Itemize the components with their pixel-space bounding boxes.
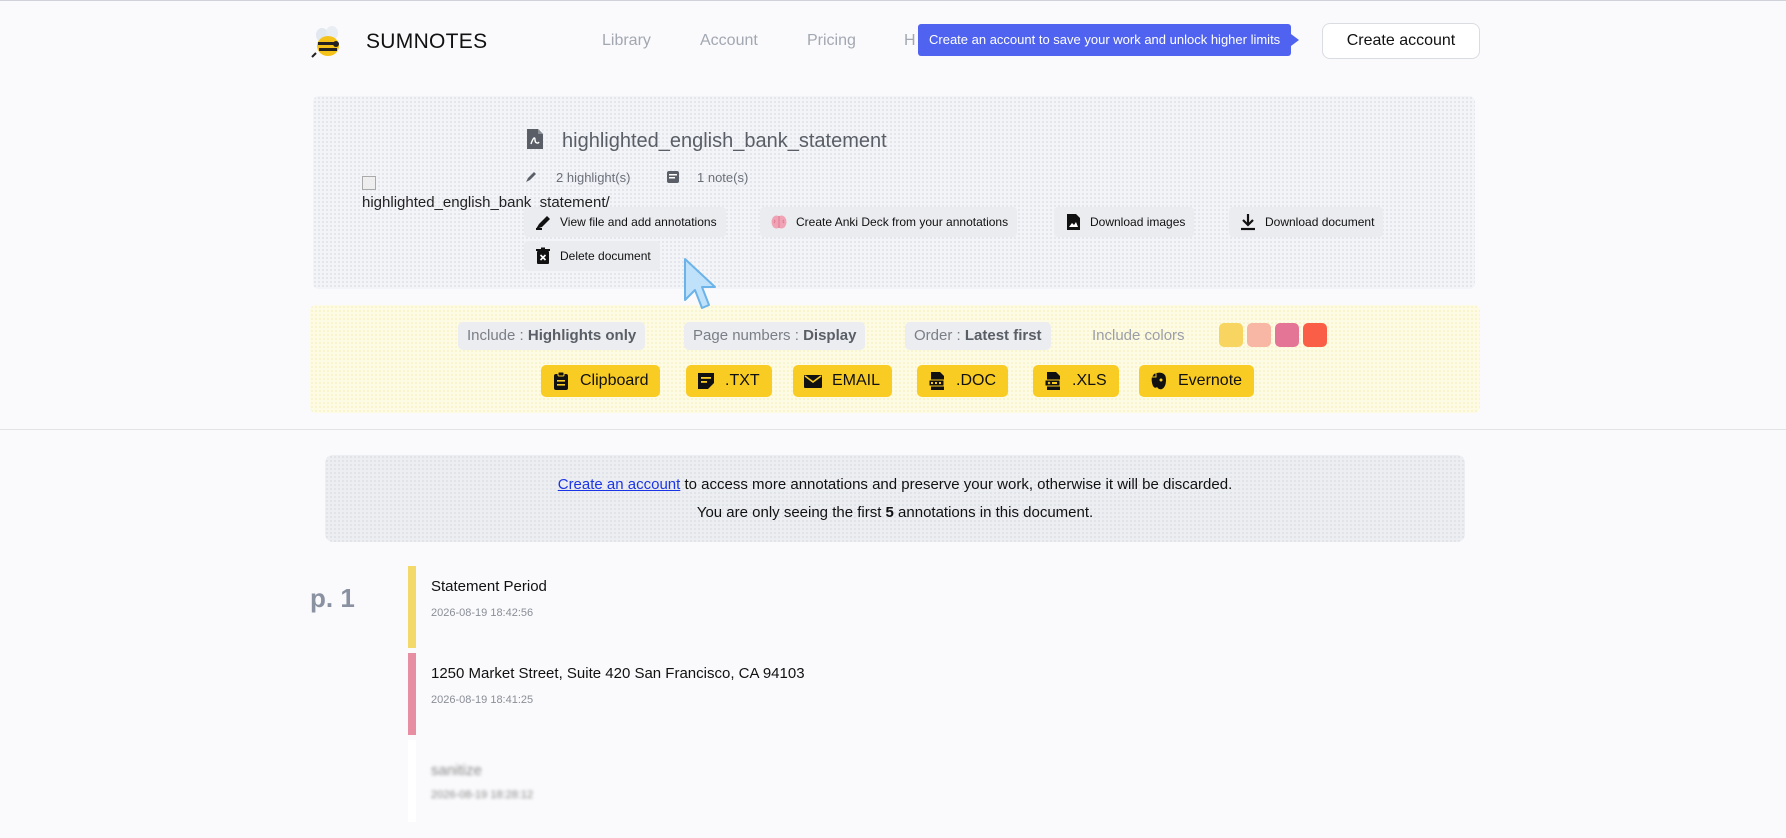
notice-line-2-post: annotations in this document. — [893, 504, 1094, 521]
notice-line-1: Create an account to access more annotat… — [325, 476, 1465, 493]
note-icon — [667, 171, 679, 183]
order-filter-label: Order : — [914, 327, 961, 344]
export-xls-button[interactable]: .XLS — [1033, 365, 1119, 397]
create-anki-button[interactable]: Create Anki Deck from your annotations — [760, 207, 1018, 237]
page-numbers-label: Page numbers : — [693, 327, 799, 344]
color-swatch-red[interactable] — [1303, 323, 1327, 347]
nav-hidden[interactable]: H — [904, 32, 916, 50]
order-filter[interactable]: Order : Latest first — [905, 322, 1051, 350]
include-colors-label: Include colors — [1092, 327, 1185, 344]
export-doc-button[interactable]: .DOC — [917, 365, 1008, 397]
header: SUMNOTES Library Account Pricing H Creat… — [0, 0, 1786, 82]
delete-document-button[interactable]: Delete document — [524, 241, 660, 271]
notice-line-2-pre: You are only seeing the first — [696, 504, 886, 521]
export-txt-label: .TXT — [725, 372, 760, 389]
annotation-color-bar — [408, 653, 416, 735]
create-account-link[interactable]: Create an account — [558, 476, 681, 493]
page-numbers-filter[interactable]: Page numbers : Display — [684, 322, 866, 350]
mouse-cursor-icon — [684, 258, 716, 309]
include-filter-label: Include : — [467, 327, 524, 344]
nav-library[interactable]: Library — [602, 32, 651, 50]
download-images-label: Download images — [1090, 215, 1186, 229]
color-swatch-peach[interactable] — [1247, 323, 1271, 347]
export-doc-label: .DOC — [956, 372, 996, 389]
xls-file-icon — [1044, 372, 1061, 390]
annotation-timestamp: 2026-08-19 18:41:25 — [431, 694, 534, 706]
include-filter-value: Highlights only — [527, 327, 637, 344]
annotation-color-bar — [408, 566, 416, 648]
nav-account[interactable]: Account — [700, 32, 758, 50]
annotation-limit-count: 5 — [885, 504, 894, 521]
export-clipboard-button[interactable]: Clipboard — [541, 365, 661, 397]
highlighter-icon — [536, 216, 550, 230]
color-swatch-yellow[interactable] — [1219, 323, 1243, 347]
download-document-button[interactable]: Download document — [1229, 207, 1384, 237]
download-icon — [1241, 214, 1255, 231]
email-icon — [804, 375, 822, 388]
export-evernote-label: Evernote — [1178, 372, 1243, 389]
create-anki-label: Create Anki Deck from your annotations — [796, 215, 1009, 229]
export-email-label: EMAIL — [832, 372, 881, 389]
doc-file-icon — [928, 372, 945, 390]
pdf-file-icon — [527, 129, 543, 149]
view-file-button[interactable]: View file and add annotations — [524, 207, 726, 237]
page-number-label: p. 1 — [310, 583, 355, 613]
highlighter-icon — [526, 172, 536, 182]
delete-document-label: Delete document — [560, 249, 651, 263]
document-title[interactable]: highlighted_english_bank_statement — [562, 130, 887, 153]
download-document-label: Download document — [1265, 215, 1375, 229]
bee-logo-icon[interactable] — [308, 22, 348, 62]
notice-line-1-text: to access more annotations and preserve … — [680, 476, 1233, 493]
brain-icon — [771, 215, 787, 229]
broken-image-icon — [362, 176, 376, 190]
annotation-text-blurred: sanitize — [431, 762, 482, 779]
export-email-button[interactable]: EMAIL — [793, 365, 893, 397]
brand-name[interactable]: SUMNOTES — [366, 30, 487, 54]
note-count: 1 note(s) — [697, 170, 749, 185]
export-txt-button[interactable]: .TXT — [686, 365, 772, 397]
annotation-timestamp: 2026-08-19 18:42:56 — [431, 607, 534, 619]
annotation-text[interactable]: 1250 Market Street, Suite 420 San Franci… — [431, 665, 805, 682]
include-filter[interactable]: Include : Highlights only — [458, 322, 646, 350]
create-account-button[interactable]: Create account — [1322, 23, 1480, 59]
annotation-timestamp-blurred: 2026-08-19 18:28:12 — [431, 789, 534, 801]
text-file-icon — [698, 373, 714, 389]
clipboard-icon — [554, 371, 568, 390]
account-notice: Create an account to access more annotat… — [325, 455, 1465, 542]
download-images-button[interactable]: Download images — [1054, 207, 1195, 237]
evernote-icon — [1151, 372, 1166, 390]
nav-pricing[interactable]: Pricing — [807, 32, 856, 50]
trash-icon — [536, 247, 550, 264]
image-file-icon — [1067, 214, 1080, 230]
export-evernote-button[interactable]: Evernote — [1139, 365, 1255, 397]
color-swatch-pink[interactable] — [1275, 323, 1299, 347]
view-file-label: View file and add annotations — [560, 215, 717, 229]
export-xls-label: .XLS — [1072, 372, 1107, 389]
highlight-count: 2 highlight(s) — [556, 170, 631, 185]
section-divider — [0, 429, 1786, 430]
export-clipboard-label: Clipboard — [580, 372, 649, 389]
signup-tooltip: Create an account to save your work and … — [918, 24, 1300, 56]
annotation-color-bar — [408, 740, 416, 822]
order-filter-value: Latest first — [964, 327, 1042, 344]
page-numbers-value: Display — [803, 327, 857, 344]
notice-line-2: You are only seeing the first 5 annotati… — [325, 504, 1465, 521]
annotation-text[interactable]: Statement Period — [431, 578, 547, 595]
